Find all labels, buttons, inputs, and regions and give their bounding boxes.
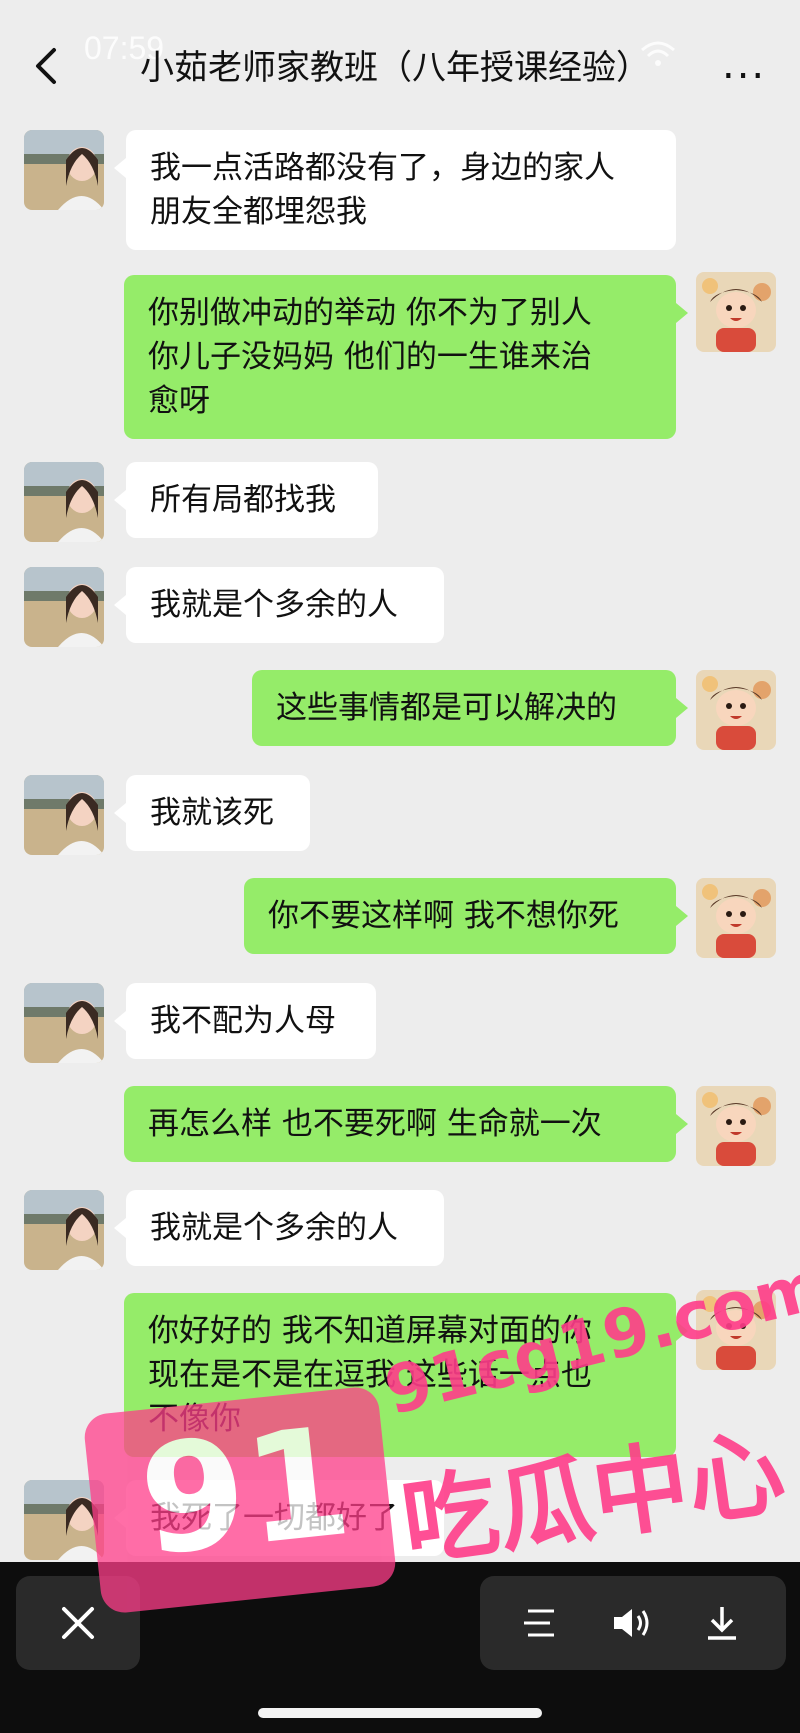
wifi-icon xyxy=(641,41,675,66)
sent-message-bubble[interactable]: 再怎么样 也不要死啊 生命就一次 xyxy=(124,1086,688,1162)
download-icon[interactable] xyxy=(702,1603,742,1643)
contact-avatar[interactable] xyxy=(24,1190,104,1270)
back-arrow-icon[interactable] xyxy=(28,44,68,88)
message-text-line: 我就该死 xyxy=(150,795,274,831)
my-avatar[interactable] xyxy=(696,1086,776,1166)
watermark-number: 91 xyxy=(132,1394,359,1590)
message-text-line: 这些事情都是可以解决的 xyxy=(276,690,617,726)
home-indicator xyxy=(258,1708,542,1718)
chat-header: 07:59 小茹老师家教班（八年授课经验） ... xyxy=(0,0,800,120)
message-text-line: 再怎么样 也不要死啊 生命就一次 xyxy=(148,1106,602,1142)
message-text-line: 我一点活路都没有了，身边的家人 xyxy=(150,150,615,186)
watermark-logo: 91 xyxy=(82,1385,398,1615)
message-text-line: 你别做冲动的举动 你不为了别人 xyxy=(148,295,592,331)
received-message-bubble[interactable]: 所有局都找我 xyxy=(114,462,378,538)
sent-message-bubble[interactable]: 你别做冲动的举动 你不为了别人 你儿子没妈妈 他们的一生谁来治 愈呀 xyxy=(124,275,688,439)
message-text-line: 我不配为人母 xyxy=(150,1003,336,1039)
contact-avatar[interactable] xyxy=(24,130,104,210)
media-controls xyxy=(480,1576,786,1670)
chat-title: 小茹老师家教班（八年授课经验） xyxy=(140,48,650,88)
sent-message-bubble[interactable]: 这些事情都是可以解决的 xyxy=(252,670,688,746)
my-avatar[interactable] xyxy=(696,272,776,352)
contact-avatar[interactable] xyxy=(24,462,104,542)
message-text-line: 愈呀 xyxy=(148,383,210,419)
received-message-bubble[interactable]: 我一点活路都没有了，身边的家人 朋友全都埋怨我 xyxy=(114,130,676,250)
list-icon[interactable] xyxy=(520,1605,560,1641)
my-avatar[interactable] xyxy=(696,878,776,958)
received-message-bubble[interactable]: 我就该死 xyxy=(114,775,310,851)
close-icon xyxy=(62,1607,94,1639)
received-message-bubble[interactable]: 我不配为人母 xyxy=(114,983,376,1059)
message-text-line: 你不要这样啊 我不想你死 xyxy=(268,898,619,934)
message-text-line: 朋友全都埋怨我 xyxy=(150,194,367,230)
message-text-line: 所有局都找我 xyxy=(150,482,336,518)
contact-avatar[interactable] xyxy=(24,567,104,647)
volume-icon[interactable] xyxy=(610,1605,654,1641)
my-avatar[interactable] xyxy=(696,670,776,750)
message-text-line: 你儿子没妈妈 他们的一生谁来治 xyxy=(148,339,592,375)
received-message-bubble[interactable]: 我就是个多余的人 xyxy=(114,567,444,643)
more-icon[interactable]: ... xyxy=(722,42,766,88)
contact-avatar[interactable] xyxy=(24,983,104,1063)
sent-message-bubble[interactable]: 你不要这样啊 我不想你死 xyxy=(244,878,688,954)
received-message-bubble[interactable]: 我就是个多余的人 xyxy=(114,1190,444,1266)
message-text-line: 我就是个多余的人 xyxy=(150,587,398,623)
contact-avatar[interactable] xyxy=(24,775,104,855)
message-text-line: 我就是个多余的人 xyxy=(150,1210,398,1246)
